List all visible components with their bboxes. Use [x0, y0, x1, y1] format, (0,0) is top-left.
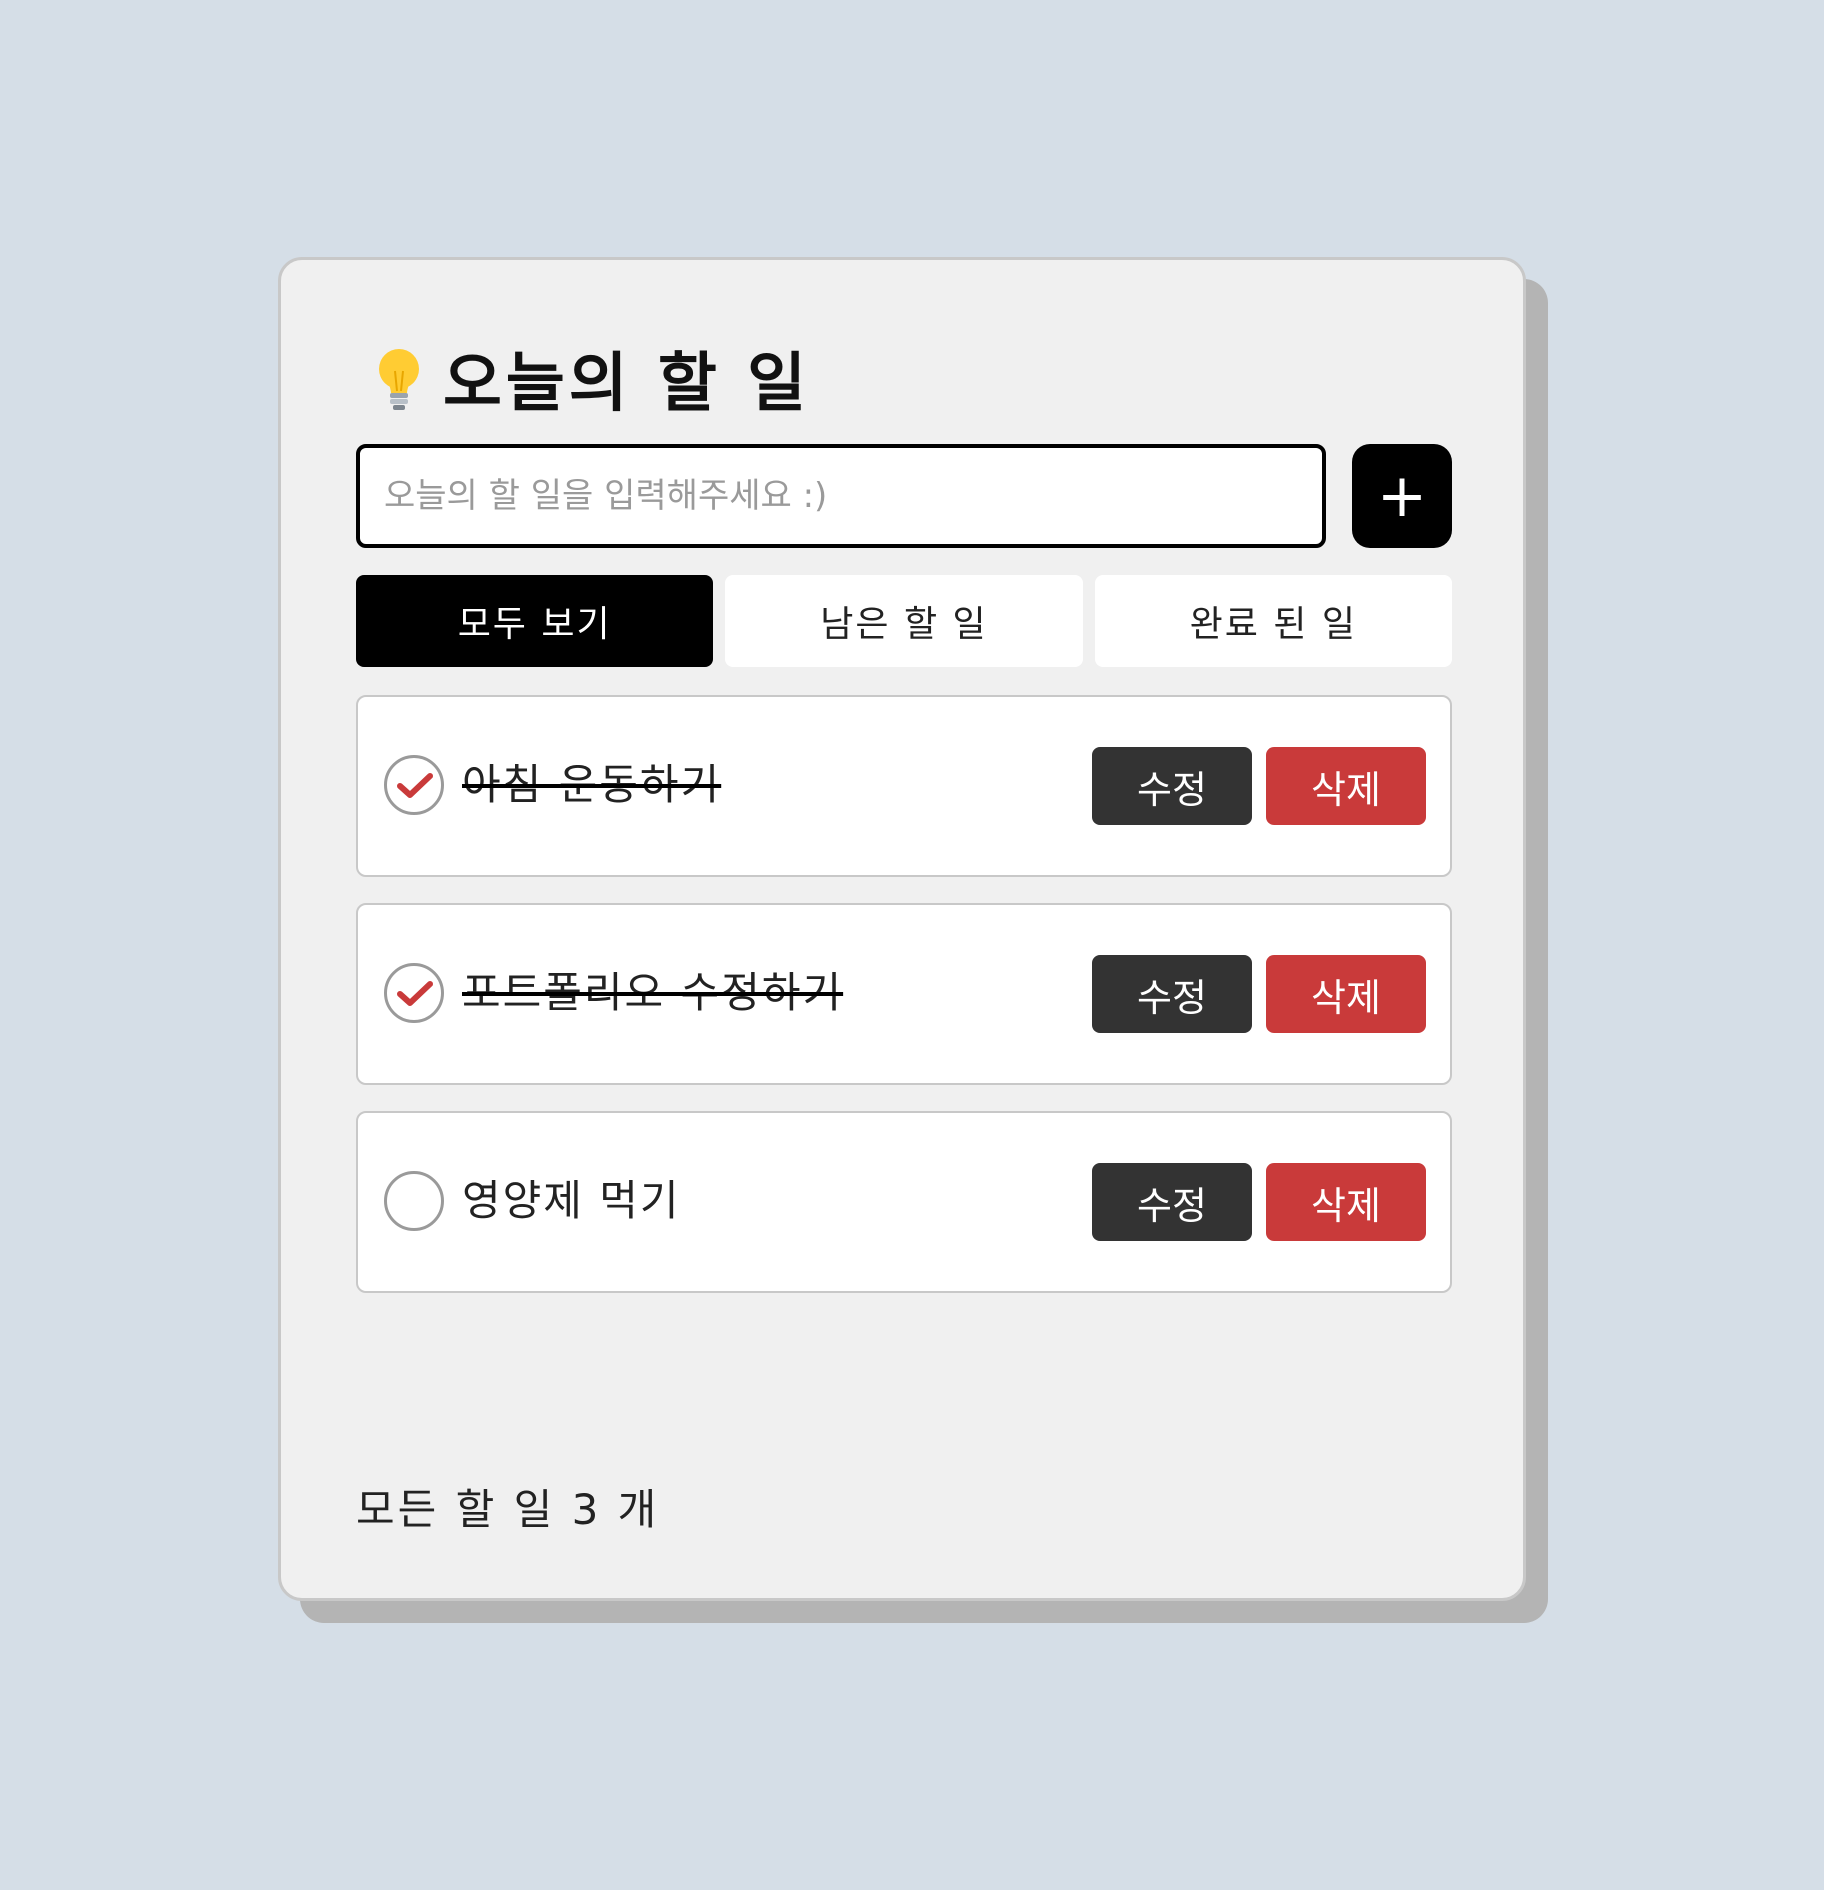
todo-checkbox[interactable] [384, 1171, 444, 1231]
delete-button[interactable]: 삭제 [1266, 955, 1426, 1033]
todo-count-summary: 모든 할 일 3 개 [356, 1485, 660, 1534]
page-title-text: 오늘의 할 일 [443, 347, 810, 421]
tab-all[interactable]: 모두 보기 [356, 575, 714, 667]
tab-completed[interactable]: 완료 된 일 [1094, 575, 1452, 667]
todo-checkbox[interactable] [384, 963, 444, 1023]
todo-item: 포트폴리오 수정하기 수정 삭제 [356, 903, 1452, 1085]
edit-button[interactable]: 수정 [1092, 955, 1252, 1033]
edit-button[interactable]: 수정 [1092, 747, 1252, 825]
todo-input[interactable] [356, 444, 1326, 548]
todo-text: 포트폴리오 수정하기 [462, 968, 844, 1017]
check-icon [397, 981, 433, 1006]
todo-text: 아침 운동하기 [462, 760, 722, 809]
delete-button[interactable]: 삭제 [1266, 747, 1426, 825]
check-icon [397, 773, 433, 798]
todo-item: 영양제 먹기 수정 삭제 [356, 1111, 1452, 1293]
edit-button[interactable]: 수정 [1092, 1163, 1252, 1241]
delete-button[interactable]: 삭제 [1266, 1163, 1426, 1241]
todo-checkbox[interactable] [384, 755, 444, 815]
todo-list: 아침 운동하기 수정 삭제 포트폴리오 수정하기 수정 삭제 영양제 먹기 수정… [356, 695, 1452, 1319]
todo-item: 아침 운동하기 수정 삭제 [356, 695, 1452, 877]
input-row: + [356, 444, 1452, 548]
add-button[interactable]: + [1352, 444, 1452, 548]
page-title: 오늘의 할 일 [373, 338, 810, 421]
lightbulb-icon [379, 349, 419, 410]
todo-card: 오늘의 할 일 + 모두 보기 남은 할 일 완료 된 일 아침 운동하기 수정… [278, 257, 1526, 1601]
todo-text: 영양제 먹기 [462, 1176, 681, 1225]
filter-tabs: 모두 보기 남은 할 일 완료 된 일 [356, 575, 1452, 667]
tab-remaining[interactable]: 남은 할 일 [725, 575, 1083, 667]
